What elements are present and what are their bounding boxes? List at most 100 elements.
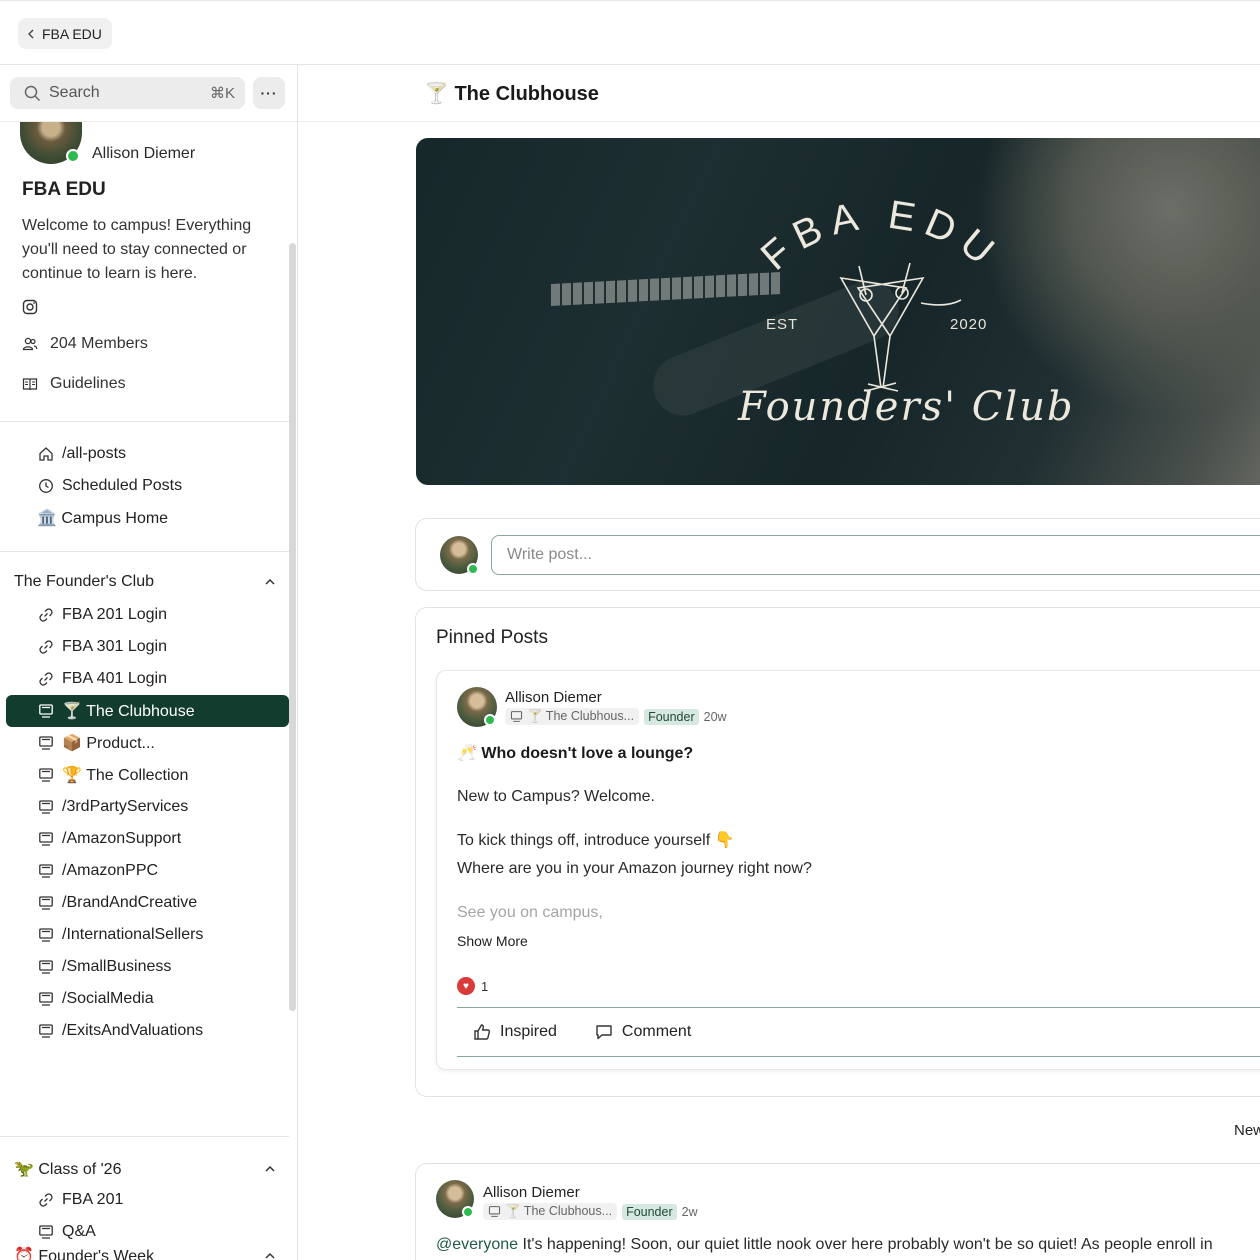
avatar[interactable] bbox=[457, 687, 497, 727]
section-header-founders-week[interactable]: ⏰ Founder's Week bbox=[14, 1246, 276, 1260]
sidebar-item-label: /ExitsAndValuations bbox=[62, 1022, 204, 1039]
sidebar-item-label: FBA 201 Login bbox=[62, 606, 167, 623]
monitor-icon bbox=[39, 832, 53, 846]
avatar[interactable] bbox=[436, 1180, 474, 1218]
svg-text:FBA EDU: FBA EDU bbox=[753, 193, 1009, 279]
sidebar-item-3rdpartyservices[interactable]: /3rdPartyServices bbox=[6, 791, 289, 823]
top-bar: FBA EDU bbox=[0, 0, 1260, 65]
section-title: The Founder's Club bbox=[14, 573, 155, 590]
sidebar-item-label: 🏆 The Collection bbox=[62, 767, 189, 784]
show-more-link[interactable]: Show More bbox=[457, 933, 528, 949]
chevron-left-icon bbox=[28, 29, 34, 38]
sidebar-item-the-collection[interactable]: 🏆 The Collection bbox=[6, 759, 289, 791]
reaction-summary[interactable]: ♥ 1 bbox=[457, 977, 488, 995]
monitor-icon bbox=[39, 992, 53, 1006]
sidebar-item-fba-201[interactable]: FBA 201 bbox=[6, 1184, 289, 1216]
sidebar-item-smallbusiness[interactable]: /SmallBusiness bbox=[6, 951, 289, 983]
sidebar-scrollbar[interactable] bbox=[289, 243, 296, 1011]
post-title: 🥂 Who doesn't love a lounge? bbox=[457, 745, 694, 762]
guidelines-link[interactable]: Guidelines bbox=[22, 375, 126, 393]
sort-dropdown[interactable]: New bbox=[1234, 1122, 1260, 1139]
monitor-icon bbox=[39, 1225, 53, 1239]
sidebar-item-label: /AmazonPPC bbox=[62, 862, 159, 879]
sidebar-item-fba-401-login[interactable]: FBA 401 Login bbox=[6, 663, 289, 695]
back-button[interactable]: FBA EDU bbox=[18, 18, 112, 49]
sidebar-item-label: /AmazonSupport bbox=[62, 830, 182, 847]
sidebar-item-exitsandvaluations[interactable]: /ExitsAndValuations bbox=[6, 1015, 289, 1047]
sidebar-item-label: 🏛️ Campus Home bbox=[37, 510, 169, 527]
section-header-class-of-26[interactable]: 🦖 Class of '26 bbox=[14, 1159, 276, 1179]
instagram-link[interactable] bbox=[22, 299, 38, 315]
sidebar-divider bbox=[0, 551, 289, 552]
sidebar-item-fba-201-login[interactable]: FBA 201 Login bbox=[6, 599, 289, 631]
founder-badge: Founder bbox=[644, 708, 699, 725]
space-owner[interactable]: Allison Diemer bbox=[20, 122, 195, 164]
space-banner: FBA EDU EST 2020 Founders' Club bbox=[416, 138, 1260, 485]
monitor-icon bbox=[510, 711, 523, 722]
sidebar-item-label: FBA 301 Login bbox=[62, 638, 167, 655]
write-post-input[interactable]: Write post... bbox=[491, 535, 1260, 575]
sidebar-item-fba-301-login[interactable]: FBA 301 Login bbox=[6, 631, 289, 663]
search-input[interactable]: Search ⌘K bbox=[10, 77, 245, 109]
sidebar-item-amazonppc[interactable]: /AmazonPPC bbox=[6, 855, 289, 887]
post-space-chip[interactable]: 🍸 The Clubhous... bbox=[505, 708, 640, 725]
members-link[interactable]: 204 Members bbox=[22, 335, 148, 353]
sidebar-item-label: /InternationalSellers bbox=[62, 926, 204, 943]
sidebar-item-socialmedia[interactable]: /SocialMedia bbox=[6, 983, 289, 1015]
post-body-line: See you on campus, bbox=[457, 904, 603, 921]
link-icon bbox=[39, 672, 53, 686]
sidebar-item-all-posts[interactable]: /all-posts bbox=[6, 438, 289, 470]
monitor-icon bbox=[39, 800, 53, 814]
post-composer: Write post... bbox=[415, 518, 1260, 591]
more-options-button[interactable]: ··· bbox=[253, 77, 285, 109]
ellipsis-icon: ··· bbox=[260, 85, 278, 101]
monitor-icon bbox=[39, 704, 53, 718]
comment-button[interactable]: Comment bbox=[595, 1023, 691, 1041]
search-placeholder: Search bbox=[49, 84, 100, 101]
sidebar-item-scheduled-posts[interactable]: Scheduled Posts bbox=[6, 470, 289, 502]
sidebar-item-product[interactable]: 📦 Product... bbox=[6, 727, 289, 759]
section-header-founders-club[interactable]: The Founder's Club bbox=[14, 573, 276, 591]
section-title: ⏰ Founder's Week bbox=[14, 1248, 155, 1260]
sidebar-item-the-clubhouse[interactable]: 🍸 The Clubhouse bbox=[6, 695, 289, 727]
sidebar-item-label: Q&A bbox=[62, 1223, 96, 1240]
write-post-placeholder: Write post... bbox=[507, 546, 593, 563]
sidebar-item-qa[interactable]: Q&A bbox=[6, 1216, 289, 1248]
main-content: 🍸 The Clubhouse FBA EDU EST 2020 Founder… bbox=[298, 65, 1260, 1260]
clock-icon bbox=[39, 479, 53, 493]
search-icon bbox=[24, 85, 41, 101]
sidebar-item-campus-home[interactable]: 🏛️ Campus Home bbox=[6, 502, 289, 534]
feed-post-card[interactable]: Allison Diemer 🍸 The Clubhous... Founder… bbox=[415, 1163, 1260, 1260]
owner-avatar[interactable] bbox=[20, 122, 82, 164]
sidebar-item-internationalsellers[interactable]: /InternationalSellers bbox=[6, 919, 289, 951]
avatar[interactable] bbox=[440, 536, 479, 575]
post-body-line: Where are you in your Amazon journey rig… bbox=[457, 860, 812, 877]
sidebar-item-brandandcreative[interactable]: /BrandAndCreative bbox=[6, 887, 289, 919]
online-status-dot bbox=[462, 1206, 474, 1218]
banner-brand: FBA EDU bbox=[753, 193, 1000, 279]
post-action-bar: Inspired Comment bbox=[457, 1007, 1260, 1057]
post-space-name: 🍸 The Clubhous... bbox=[505, 1204, 613, 1218]
search-shortcut: ⌘K bbox=[209, 85, 235, 102]
post-author[interactable]: Allison Diemer bbox=[483, 1184, 698, 1201]
chevron-up-icon bbox=[265, 578, 275, 585]
home-icon bbox=[39, 447, 53, 461]
sidebar-divider bbox=[0, 421, 289, 422]
page-title: 🍸 The Clubhouse bbox=[424, 83, 599, 105]
sidebar-item-amazonsupport[interactable]: /AmazonSupport bbox=[6, 823, 289, 855]
pinned-post-card[interactable]: Allison Diemer 🍸 The Clubhous... Founder… bbox=[436, 670, 1260, 1070]
post-space-chip[interactable]: 🍸 The Clubhous... bbox=[483, 1203, 618, 1220]
inspired-button[interactable]: Inspired bbox=[473, 1023, 557, 1041]
sidebar-scroll-area[interactable]: Allison Diemer FBA EDU Welcome to campus… bbox=[0, 121, 297, 1260]
online-status-dot bbox=[467, 563, 479, 575]
mention-link[interactable]: @everyone bbox=[436, 1236, 518, 1253]
monitor-icon bbox=[39, 768, 53, 782]
sidebar-item-label: /3rdPartyServices bbox=[62, 798, 189, 815]
chevron-up-icon bbox=[265, 1252, 275, 1259]
link-icon bbox=[39, 608, 53, 622]
post-author[interactable]: Allison Diemer bbox=[505, 689, 727, 706]
sidebar-item-label: FBA 401 Login bbox=[62, 670, 167, 687]
sidebar-item-label: 🍸 The Clubhouse bbox=[62, 703, 195, 720]
online-status-dot bbox=[484, 714, 496, 726]
monitor-icon bbox=[39, 736, 53, 750]
